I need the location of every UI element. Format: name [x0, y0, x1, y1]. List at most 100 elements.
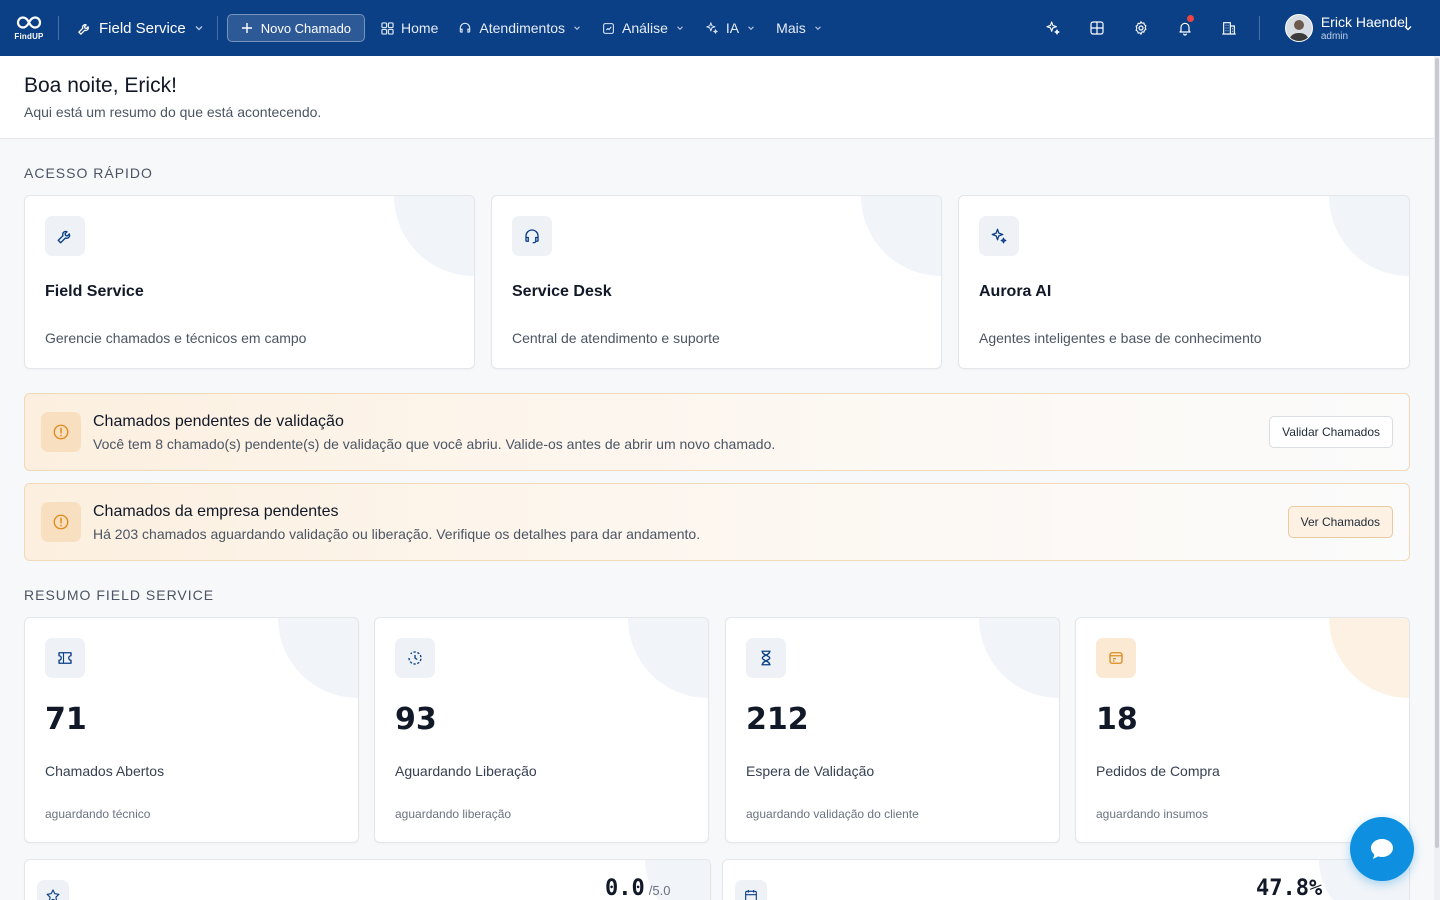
building-icon — [1222, 22, 1236, 35]
user-avatar-icon — [1288, 20, 1309, 41]
stat-label: Aguardando Liberação — [395, 763, 537, 779]
rating-max: /5.0 — [648, 883, 671, 898]
alert-title: Chamados da empresa pendentes — [93, 503, 339, 520]
alert-description: Você tem 8 chamado(s) pendente(s) de val… — [93, 436, 776, 452]
nav-ia[interactable]: IA — [695, 12, 766, 44]
company-button[interactable] — [1207, 0, 1251, 56]
findup-logo[interactable]: FindUP — [0, 0, 58, 56]
rating-value: 0.0 — [605, 876, 645, 900]
chat-widget-button[interactable] — [1350, 817, 1414, 881]
sparkles-icon — [1046, 21, 1060, 35]
page-scrollbar[interactable] — [1434, 56, 1440, 900]
alert-circle-icon — [53, 424, 69, 440]
card-description: Gerencie chamados e técnicos em campo — [45, 330, 307, 346]
star-icon — [46, 889, 60, 900]
new-ticket-label: Novo Chamado — [260, 20, 352, 36]
chevron-down-icon — [748, 26, 755, 31]
nav-mais-label: Mais — [776, 20, 806, 36]
stat-subtitle: aguardando técnico — [45, 807, 151, 821]
user-role: admin — [1320, 30, 1349, 42]
nav-analise[interactable]: Análise — [592, 12, 695, 44]
nav-analise-label: Análise — [622, 20, 668, 36]
logo-text: FindUP — [14, 32, 44, 41]
top-actions: Erick Haendel admin — [1031, 0, 1440, 56]
nav-atendimentos-label: Atendimentos — [479, 20, 565, 36]
card-icon-box — [746, 638, 786, 678]
stat-card-awaiting-release[interactable]: 93 Aguardando Liberação aguardando liber… — [374, 617, 709, 843]
nav-mais[interactable]: Mais — [766, 12, 833, 44]
nav-atendimentos[interactable]: Atendimentos — [448, 12, 592, 44]
card-description: Central de atendimento e suporte — [512, 330, 720, 346]
card-icon-box — [512, 216, 552, 256]
card-icon-box — [979, 216, 1019, 256]
quick-access-service-desk[interactable]: Service Desk Central de atendimento e su… — [491, 195, 942, 369]
rate-value: 47.8% — [1256, 876, 1323, 900]
clock-history-icon — [408, 651, 422, 665]
chevron-down-icon — [195, 26, 203, 31]
ai-assistant-button[interactable] — [1031, 0, 1075, 56]
hourglass-icon — [761, 650, 771, 666]
stat-value: 18 — [1096, 702, 1138, 737]
card-decoration — [1329, 196, 1409, 276]
chevron-down-icon — [1404, 26, 1412, 31]
user-info: Erick Haendel admin — [1321, 15, 1408, 42]
quick-access-field-service[interactable]: Field Service Gerencie chamados e técnic… — [24, 195, 475, 369]
card-decoration — [979, 618, 1059, 698]
greeting-header: Boa noite, Erick! Aqui está um resumo do… — [0, 56, 1434, 139]
module-selector[interactable]: Field Service — [59, 12, 217, 44]
sparkles-icon — [991, 228, 1007, 244]
stat-value: 212 — [746, 702, 809, 737]
chevron-down-icon — [677, 26, 683, 31]
rate-card[interactable]: 47.8% — [722, 859, 1410, 900]
card-decoration — [394, 196, 474, 276]
stat-card-purchase-orders[interactable]: 18 Pedidos de Compra aguardando insumos — [1075, 617, 1410, 843]
nav-home[interactable]: Home — [371, 12, 448, 44]
alert-pending-validation: Chamados pendentes de validação Você tem… — [24, 393, 1410, 471]
apps-button[interactable] — [1075, 0, 1119, 56]
card-decoration — [861, 196, 941, 276]
card-title: Field Service — [45, 283, 144, 300]
stat-subtitle: aguardando liberação — [395, 807, 512, 821]
ticket-icon — [58, 652, 72, 664]
scrollbar-thumb[interactable] — [1435, 58, 1439, 848]
notification-dot — [1186, 15, 1194, 22]
page-title: Boa noite, Erick! — [24, 74, 177, 97]
card-icon-box — [395, 638, 435, 678]
alert-icon-box — [41, 502, 81, 542]
card-icon-box — [735, 880, 767, 900]
card-decoration — [278, 618, 358, 698]
alert-company-pending: Chamados da empresa pendentes Há 203 cha… — [24, 483, 1410, 561]
card-title: Service Desk — [512, 283, 612, 300]
notifications-button[interactable] — [1163, 0, 1207, 56]
user-menu[interactable]: Erick Haendel admin — [1258, 0, 1440, 56]
bell-icon — [1179, 22, 1191, 36]
chat-bubble-icon — [1371, 839, 1393, 859]
rating-score: 0.0/5.0 — [605, 876, 670, 900]
summary-title: RESUMO FIELD SERVICE — [24, 587, 215, 603]
card-icon-box — [45, 216, 85, 256]
quick-access-title: ACESSO RÁPIDO — [24, 165, 153, 181]
chart-icon — [603, 22, 614, 34]
wrench-icon — [57, 230, 71, 244]
settings-button[interactable] — [1119, 0, 1163, 56]
card-decoration — [628, 618, 708, 698]
quick-access-aurora-ai[interactable]: Aurora AI Agentes inteligentes e base de… — [958, 195, 1410, 369]
chevron-down-icon — [574, 26, 580, 31]
validate-tickets-button[interactable]: Validar Chamados — [1269, 416, 1393, 448]
stat-subtitle: aguardando insumos — [1096, 807, 1209, 821]
headset-icon — [525, 229, 539, 244]
stat-label: Chamados Abertos — [45, 763, 165, 779]
stat-card-awaiting-validation[interactable]: 212 Espera de Validação aguardando valid… — [725, 617, 1060, 843]
rating-card[interactable]: 0.0/5.0 — [24, 859, 711, 900]
view-tickets-button[interactable]: Ver Chamados — [1287, 506, 1393, 538]
stat-label: Pedidos de Compra — [1096, 763, 1220, 779]
card-icon-box — [1096, 638, 1136, 678]
headset-icon — [460, 22, 471, 33]
grid-icon — [381, 21, 394, 35]
stat-card-open-tickets[interactable]: 71 Chamados Abertos aguardando técnico — [24, 617, 359, 843]
stat-value: 93 — [395, 702, 437, 737]
layout-grid-icon — [1090, 21, 1104, 35]
top-navbar: FindUP Field Service Novo Chamado Home A… — [0, 0, 1440, 56]
user-name: Erick Haendel — [1320, 13, 1408, 30]
new-ticket-button[interactable]: Novo Chamado — [226, 14, 366, 42]
